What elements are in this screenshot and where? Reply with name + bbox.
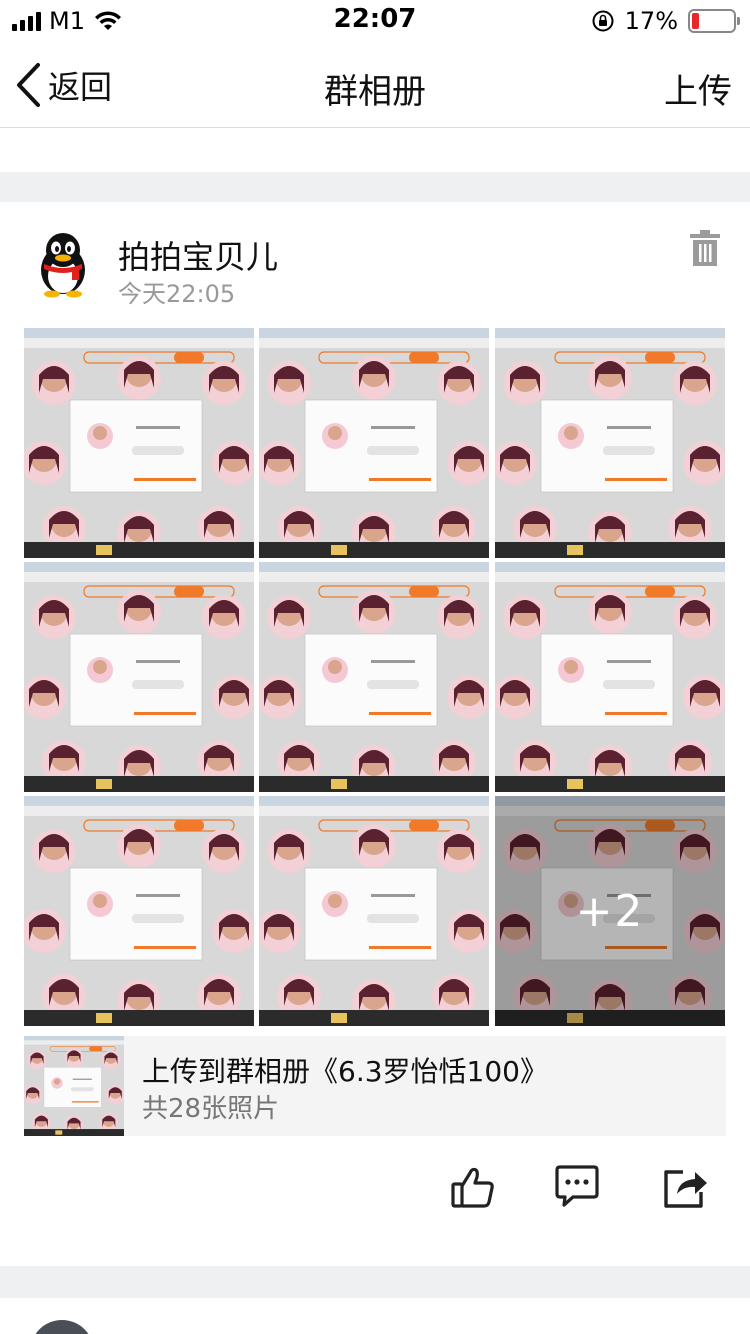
thumbs-up-icon: [451, 1167, 494, 1208]
post-author[interactable]: 拍拍宝贝儿: [118, 232, 278, 278]
photo-thumbnail[interactable]: [24, 796, 254, 1026]
album-cover: [24, 1036, 124, 1136]
section-divider: [0, 1266, 750, 1298]
album-post: 拍拍宝贝儿 今天22:05 +2 上传到群相册《6.3罗怡恬100》 共28张照…: [0, 202, 750, 1266]
photo-thumbnail[interactable]: [259, 328, 489, 558]
photo-thumbnail-more[interactable]: +2: [495, 796, 725, 1026]
rotation-lock-icon: [592, 10, 614, 32]
avatar[interactable]: [30, 1320, 94, 1334]
photo-thumbnail[interactable]: [24, 328, 254, 558]
qq-penguin-icon[interactable]: [32, 230, 94, 298]
photo-thumbnail[interactable]: [259, 562, 489, 792]
comment-icon: [555, 1165, 599, 1207]
battery-percent: 17%: [624, 7, 678, 35]
battery-icon: [688, 9, 740, 33]
section-divider: [0, 172, 750, 202]
next-post-preview: [0, 1298, 750, 1334]
like-button[interactable]: [448, 1162, 498, 1212]
share-icon: [664, 1170, 707, 1208]
trash-icon[interactable]: [690, 230, 720, 266]
album-photo-count: 共28张照片: [142, 1094, 280, 1124]
share-button[interactable]: [660, 1162, 710, 1212]
photo-thumbnail[interactable]: [495, 328, 725, 558]
post-time: 今天22:05: [118, 280, 236, 308]
post-actions: [0, 1162, 750, 1212]
photo-grid: +2: [24, 328, 726, 1026]
page-title: 群相册: [324, 72, 426, 112]
upload-button[interactable]: 上传: [664, 64, 732, 113]
status-bar: M1 22:07 17%: [0, 0, 750, 42]
more-photos-count: +2: [495, 796, 725, 1026]
photo-thumbnail[interactable]: [24, 562, 254, 792]
album-title: 上传到群相册《6.3罗怡恬100》: [142, 1055, 548, 1088]
photo-thumbnail[interactable]: [259, 796, 489, 1026]
battery-level: [692, 13, 699, 29]
album-card[interactable]: 上传到群相册《6.3罗怡恬100》 共28张照片: [24, 1036, 726, 1136]
photo-thumbnail[interactable]: [495, 562, 725, 792]
status-right: 17%: [591, 6, 740, 36]
nav-bar: 返回 群相册 上传: [0, 42, 750, 128]
comment-button[interactable]: [552, 1162, 602, 1212]
